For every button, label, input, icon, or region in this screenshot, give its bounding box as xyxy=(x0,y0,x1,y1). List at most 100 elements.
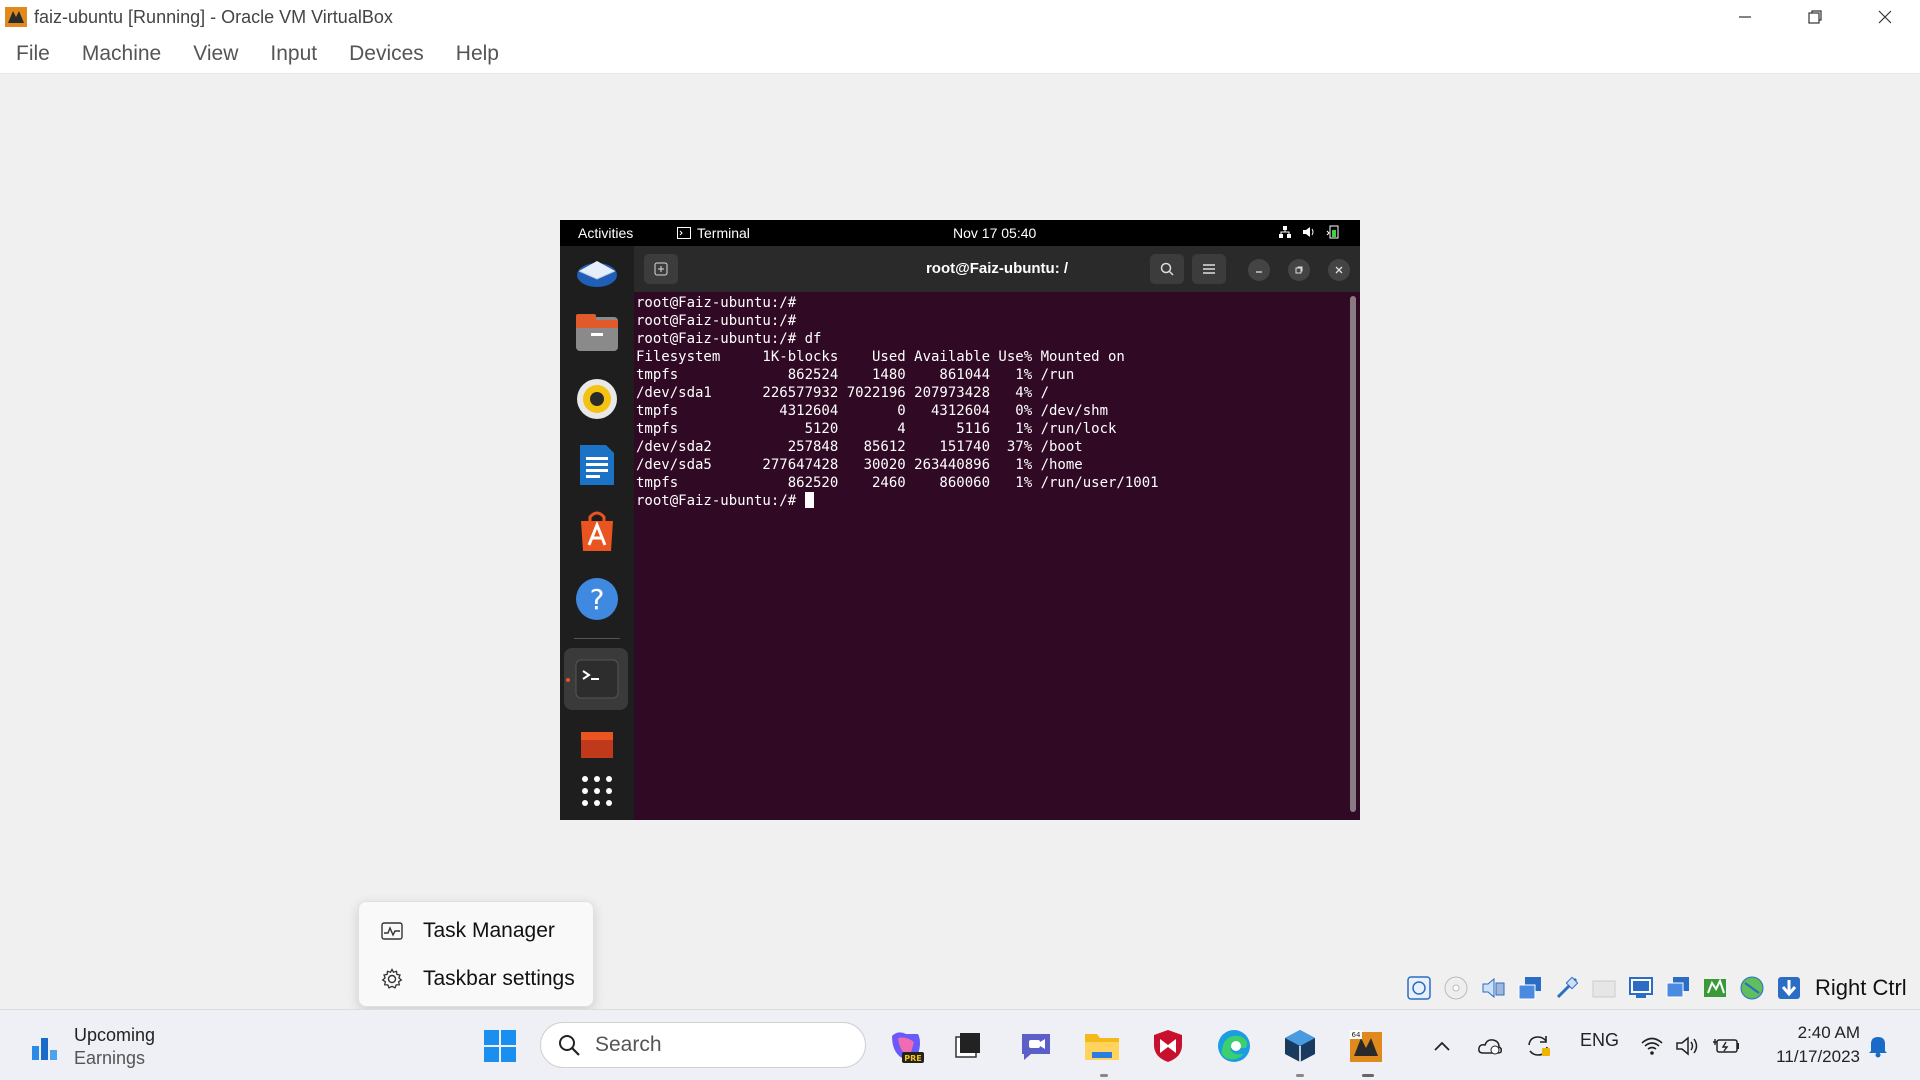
dock-libreoffice-writer[interactable] xyxy=(574,442,620,488)
tray-battery[interactable] xyxy=(1706,1026,1746,1066)
usb-icon xyxy=(1556,976,1579,999)
screenshot-app-icon xyxy=(581,732,613,758)
app-menu-label: Terminal xyxy=(697,225,750,241)
taskbar-file-explorer[interactable] xyxy=(1082,1026,1122,1066)
taskbar-clock[interactable]: 2:40 AM 11/17/2023 xyxy=(1750,1021,1860,1069)
vm-screen[interactable]: Activities Terminal Nov 17 05:40 ? root@… xyxy=(560,220,1360,820)
menu-view[interactable]: View xyxy=(193,42,238,66)
notification-center-button[interactable] xyxy=(1858,1026,1898,1066)
display-status[interactable] xyxy=(1626,973,1656,1003)
dock-help[interactable]: ? xyxy=(574,576,620,622)
battery-icon xyxy=(1326,225,1339,239)
dock-files[interactable] xyxy=(574,310,620,356)
folder-icon xyxy=(1592,980,1616,998)
edge-browser-icon xyxy=(1218,1030,1250,1062)
dock-trash-app[interactable] xyxy=(574,722,620,768)
terminal-line: /dev/sda1 226577932 7022196 207973428 4%… xyxy=(636,385,1050,401)
menu-item-taskbar-settings[interactable]: Taskbar settings xyxy=(359,956,595,1002)
start-button[interactable] xyxy=(480,1026,520,1066)
terminal-scrollbar[interactable] xyxy=(1350,296,1356,812)
terminal-window[interactable]: root@Faiz-ubuntu: / root@Faiz-ubuntu:/# r… xyxy=(634,246,1360,820)
terminal-prompt-line[interactable]: root@Faiz-ubuntu:/# xyxy=(636,492,1336,510)
taskbar-virtualbox-vm[interactable]: 64 xyxy=(1346,1026,1386,1066)
tray-volume[interactable] xyxy=(1668,1026,1708,1066)
taskbar-task-view[interactable] xyxy=(948,1026,988,1066)
terminal-icon xyxy=(575,659,619,699)
terminal-line: tmpfs 862524 1480 861044 1% /run xyxy=(636,367,1075,383)
tray-sync[interactable] xyxy=(1518,1026,1558,1066)
dock-terminal[interactable] xyxy=(574,656,620,702)
menu-bar: File Machine View Input Devices Help xyxy=(0,34,1920,74)
widgets-button[interactable]: Upcoming Earnings xyxy=(30,1024,155,1070)
restore-button[interactable] xyxy=(1780,0,1850,34)
running-indicator xyxy=(1100,1074,1108,1077)
menu-machine[interactable]: Machine xyxy=(82,42,161,66)
cpu-status[interactable] xyxy=(1700,973,1730,1003)
hard-disk-status[interactable] xyxy=(1404,973,1434,1003)
menu-devices[interactable]: Devices xyxy=(349,42,424,66)
usb-status[interactable] xyxy=(1552,973,1582,1003)
minimize-icon xyxy=(1256,271,1262,273)
dock-thunderbird[interactable] xyxy=(574,250,620,296)
terminal-close-button[interactable] xyxy=(1328,259,1350,281)
host-key-label: Right Ctrl xyxy=(1815,975,1907,1000)
app-menu-terminal[interactable]: Terminal xyxy=(677,225,750,241)
terminal-line: Filesystem 1K-blocks Used Available Use%… xyxy=(636,349,1125,365)
cube-icon xyxy=(1285,1030,1315,1062)
keyboard-capture-status[interactable] xyxy=(1774,973,1804,1003)
gnome-system-tray[interactable] xyxy=(1278,225,1340,239)
hamburger-icon xyxy=(1203,264,1215,274)
active-indicator xyxy=(1362,1074,1374,1077)
input-language-indicator[interactable]: ENG xyxy=(1580,1030,1619,1051)
audio-status[interactable] xyxy=(1478,973,1508,1003)
show-hidden-icons-button[interactable] xyxy=(1422,1026,1462,1066)
tray-wifi[interactable] xyxy=(1632,1026,1672,1066)
task-view-icon xyxy=(955,1033,980,1058)
terminal-minimize-button[interactable] xyxy=(1248,259,1270,281)
terminal-output[interactable]: root@Faiz-ubuntu:/# root@Faiz-ubuntu:/# ro… xyxy=(636,294,1336,814)
dock-rhythmbox[interactable] xyxy=(574,376,620,422)
activities-button[interactable]: Activities xyxy=(578,225,633,241)
dock-app-center[interactable] xyxy=(574,508,620,554)
menu-item-task-manager[interactable]: Task Manager xyxy=(359,908,595,954)
widget-title: Upcoming xyxy=(74,1025,156,1045)
network-status[interactable] xyxy=(1515,973,1545,1003)
hard-disk-icon xyxy=(1407,976,1431,1000)
terminal-maximize-button[interactable] xyxy=(1288,259,1310,281)
task-manager-icon xyxy=(381,922,403,940)
tray-onedrive[interactable] xyxy=(1470,1026,1510,1066)
taskbar-mcafee[interactable] xyxy=(1148,1026,1188,1066)
menu-input[interactable]: Input xyxy=(270,42,317,66)
taskbar-virtualbox-manager[interactable] xyxy=(1280,1026,1320,1066)
close-icon xyxy=(1335,266,1343,274)
dock-show-apps[interactable] xyxy=(574,768,620,814)
menu-file[interactable]: File xyxy=(16,42,50,66)
battery-charging-icon xyxy=(1713,1039,1739,1053)
virtualbox-icon: 64 xyxy=(1350,1030,1382,1062)
terminal-small-icon xyxy=(677,227,691,239)
terminal-search-button[interactable] xyxy=(1150,254,1184,284)
optical-drive-status[interactable] xyxy=(1441,973,1471,1003)
close-button[interactable] xyxy=(1850,0,1920,34)
terminal-line: root@Faiz-ubuntu:/# xyxy=(636,313,797,329)
terminal-line: tmpfs 862520 2460 860060 1% /run/user/10… xyxy=(636,475,1159,491)
taskbar-search-box[interactable]: Search xyxy=(540,1022,866,1068)
terminal-prompt: root@Faiz-ubuntu:/# xyxy=(636,493,805,509)
terminal-line: /dev/sda2 257848 85612 151740 37% /boot xyxy=(636,439,1083,455)
taskbar-copilot[interactable]: PRE xyxy=(886,1026,926,1066)
terminal-menu-button[interactable] xyxy=(1192,254,1226,284)
minimize-button[interactable] xyxy=(1710,0,1780,34)
mouse-integration-status[interactable] xyxy=(1737,973,1767,1003)
shared-folders-status[interactable] xyxy=(1589,973,1619,1003)
menu-help[interactable]: Help xyxy=(456,42,499,66)
terminal-cursor xyxy=(804,492,814,508)
gnome-clock[interactable]: Nov 17 05:40 xyxy=(953,225,1036,241)
recording-status[interactable] xyxy=(1663,973,1693,1003)
network-icon xyxy=(1279,226,1291,238)
taskbar-teams-chat[interactable] xyxy=(1016,1026,1056,1066)
terminal-line: root@Faiz-ubuntu:/# df xyxy=(636,331,822,347)
speaker-icon xyxy=(1676,1036,1698,1056)
svg-text:64: 64 xyxy=(1352,1031,1361,1039)
svg-text:?: ? xyxy=(590,583,605,616)
taskbar-edge[interactable] xyxy=(1214,1026,1254,1066)
